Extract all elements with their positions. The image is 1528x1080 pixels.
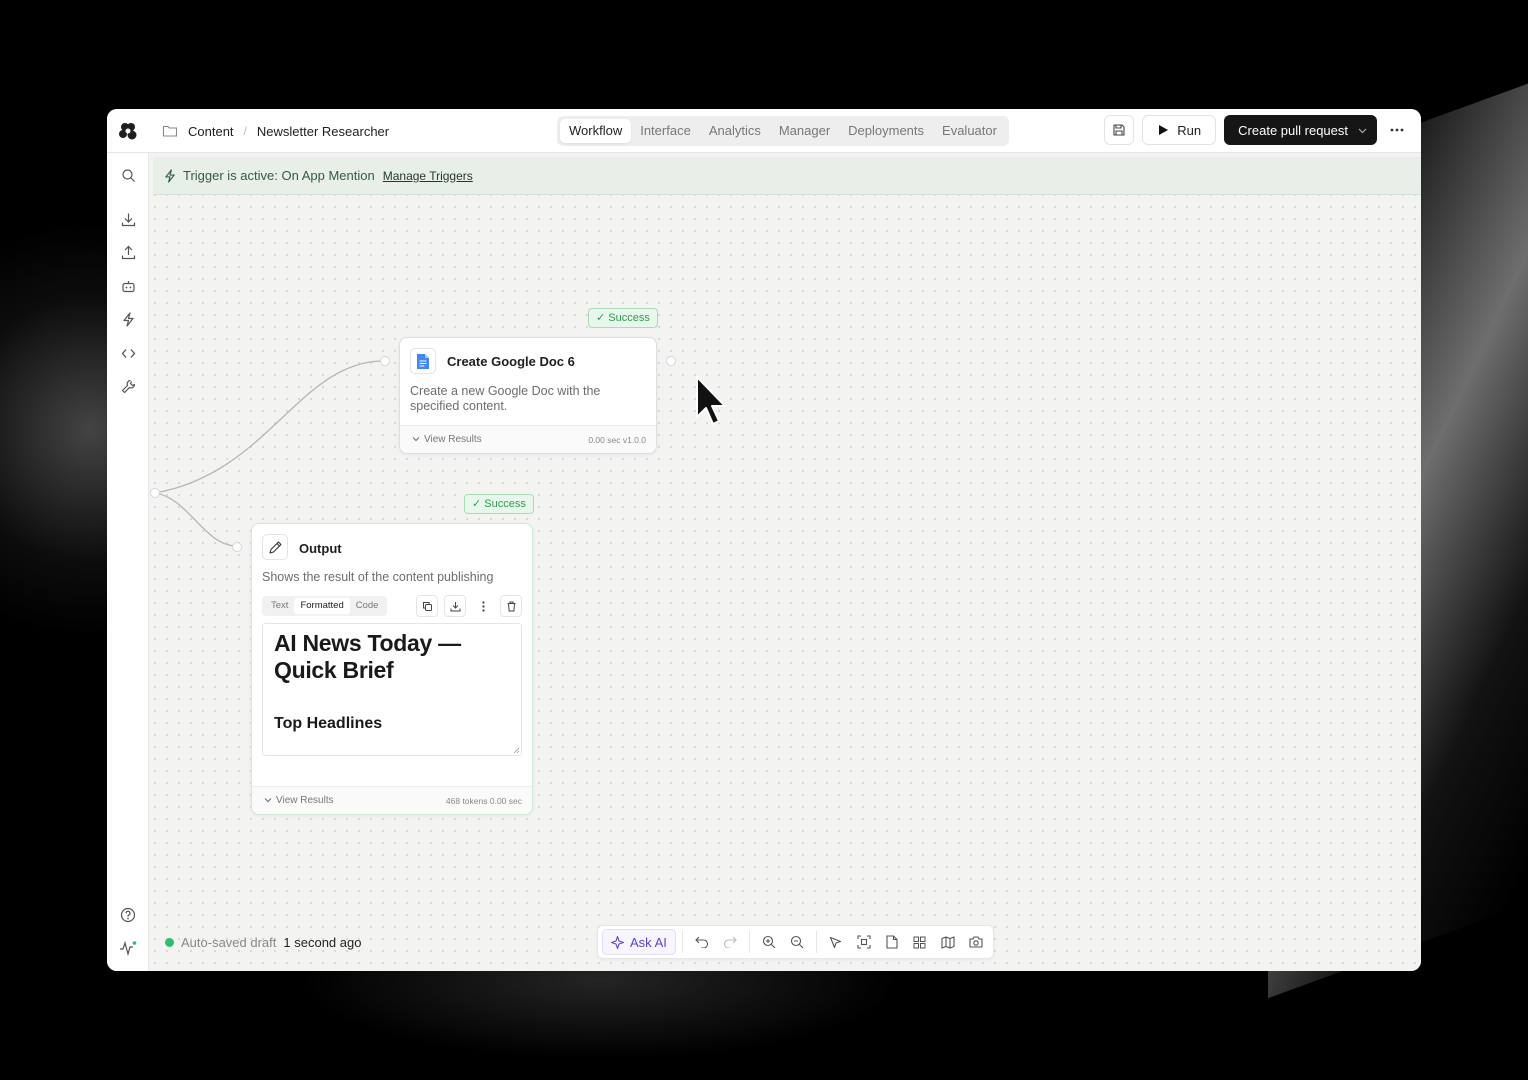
breadcrumb-page[interactable]: Newsletter Researcher bbox=[257, 124, 389, 139]
help-icon[interactable] bbox=[118, 905, 138, 925]
tab-formatted[interactable]: Formatted bbox=[294, 598, 350, 614]
status-badge: ✓ Success bbox=[588, 308, 658, 328]
run-label: Run bbox=[1177, 122, 1202, 138]
upload-icon[interactable] bbox=[118, 242, 138, 262]
tab-deployments[interactable]: Deployments bbox=[839, 119, 933, 143]
status-badge: ✓ Success bbox=[464, 494, 534, 514]
layout-grid-icon[interactable] bbox=[907, 929, 933, 955]
app-window: Content / Newsletter Researcher Workflow… bbox=[107, 109, 1421, 971]
app-logo-icon[interactable] bbox=[117, 120, 139, 142]
node-description: Shows the result of the content publishi… bbox=[262, 570, 494, 584]
run-button[interactable]: Run bbox=[1142, 115, 1217, 145]
map-icon[interactable] bbox=[935, 929, 961, 955]
code-icon[interactable] bbox=[118, 343, 138, 363]
top-actions: Run Create pull request bbox=[1104, 115, 1409, 145]
node-footer: View Results 0.00 sec v1.0.0 bbox=[400, 425, 656, 453]
view-results-label: View Results bbox=[424, 434, 482, 445]
lightning-icon[interactable] bbox=[118, 309, 138, 329]
node-footer: View Results 468 tokens 0.00 sec bbox=[252, 786, 532, 814]
node-description: Create a new Google Doc with the specifi… bbox=[410, 384, 601, 413]
input-port[interactable] bbox=[380, 356, 390, 366]
tab-text[interactable]: Text bbox=[265, 598, 294, 614]
copy-icon[interactable] bbox=[416, 595, 438, 617]
pointer-icon[interactable] bbox=[823, 929, 849, 955]
redo-icon[interactable] bbox=[717, 929, 743, 955]
view-results-label: View Results bbox=[276, 795, 334, 806]
output-port[interactable] bbox=[666, 356, 676, 366]
google-doc-node[interactable]: Create Google Doc 6 Create a new Google … bbox=[399, 337, 657, 454]
resize-handle-icon[interactable] bbox=[513, 747, 520, 754]
ask-ai-button[interactable]: Ask AI bbox=[602, 929, 676, 955]
divider bbox=[681, 931, 683, 953]
main-tabs: Workflow Interface Analytics Manager Dep… bbox=[557, 116, 1009, 146]
undo-icon[interactable] bbox=[689, 929, 715, 955]
pencil-icon bbox=[262, 534, 288, 560]
view-results-toggle[interactable]: View Results bbox=[412, 434, 482, 445]
sparkle-icon bbox=[611, 935, 624, 949]
preview-title: AI News Today — Quick Brief bbox=[274, 630, 461, 683]
node-title: Output bbox=[299, 541, 342, 556]
ask-ai-label: Ask AI bbox=[630, 934, 667, 950]
chevron-down-icon bbox=[264, 798, 272, 803]
canvas-toolbar: Ask AI bbox=[597, 925, 994, 959]
more-options-icon[interactable] bbox=[1385, 115, 1409, 145]
create-pull-request-button[interactable]: Create pull request bbox=[1224, 115, 1377, 145]
node-title: Create Google Doc 6 bbox=[447, 354, 575, 369]
output-actions bbox=[416, 595, 522, 617]
autosave-status: Auto-saved draft 1 second ago bbox=[165, 935, 361, 950]
save-button[interactable] bbox=[1104, 115, 1135, 145]
google-doc-icon bbox=[410, 348, 436, 374]
kebab-menu-icon[interactable] bbox=[472, 595, 494, 617]
input-port[interactable] bbox=[232, 542, 242, 552]
search-icon[interactable] bbox=[118, 165, 138, 185]
breadcrumb-folder[interactable]: Content bbox=[188, 124, 234, 139]
tab-manager[interactable]: Manager bbox=[770, 119, 839, 143]
view-results-toggle[interactable]: View Results bbox=[264, 795, 334, 806]
divider bbox=[748, 931, 750, 953]
bot-icon[interactable] bbox=[118, 276, 138, 296]
output-node[interactable]: Output Shows the result of the content p… bbox=[251, 523, 533, 815]
fit-view-icon[interactable] bbox=[851, 929, 877, 955]
pr-label: Create pull request bbox=[1238, 122, 1348, 138]
source-port[interactable] bbox=[150, 488, 160, 498]
save-icon bbox=[1113, 124, 1125, 136]
breadcrumb-separator: / bbox=[243, 124, 247, 138]
output-view-tabs: Text Formatted Code bbox=[262, 596, 388, 616]
tab-interface[interactable]: Interface bbox=[631, 119, 700, 143]
download-icon[interactable] bbox=[118, 209, 138, 229]
formatted-preview[interactable]: AI News Today — Quick Brief Top Headline… bbox=[262, 623, 522, 756]
zoom-out-icon[interactable] bbox=[784, 929, 810, 955]
activity-icon[interactable] bbox=[118, 938, 138, 958]
autosave-time: 1 second ago bbox=[283, 935, 362, 950]
chevron-down-icon[interactable] bbox=[1358, 126, 1367, 135]
tab-evaluator[interactable]: Evaluator bbox=[933, 119, 1006, 143]
left-rail bbox=[107, 153, 149, 971]
status-dot bbox=[165, 938, 174, 947]
run-meta: 468 tokens 0.00 sec bbox=[445, 796, 522, 806]
camera-icon[interactable] bbox=[963, 929, 989, 955]
play-icon bbox=[1159, 125, 1169, 135]
download-icon[interactable] bbox=[444, 595, 466, 617]
folder-icon[interactable] bbox=[162, 123, 178, 139]
note-icon[interactable] bbox=[879, 929, 905, 955]
autosave-text: Auto-saved draft bbox=[181, 935, 277, 950]
trash-icon[interactable] bbox=[500, 595, 522, 617]
breadcrumb: Content / Newsletter Researcher bbox=[162, 109, 389, 153]
zoom-in-icon[interactable] bbox=[756, 929, 782, 955]
chevron-down-icon bbox=[412, 437, 420, 442]
top-bar: Content / Newsletter Researcher Workflow… bbox=[107, 109, 1421, 153]
divider bbox=[815, 931, 817, 953]
wrench-icon[interactable] bbox=[118, 376, 138, 396]
preview-heading: Top Headlines bbox=[274, 715, 383, 732]
mouse-cursor-icon bbox=[694, 374, 728, 428]
tab-workflow[interactable]: Workflow bbox=[560, 119, 632, 143]
workflow-canvas[interactable]: Trigger is active: On App Mention Manage… bbox=[149, 153, 1421, 971]
tab-code[interactable]: Code bbox=[350, 598, 385, 614]
tab-analytics[interactable]: Analytics bbox=[700, 119, 770, 143]
run-meta: 0.00 sec v1.0.0 bbox=[588, 435, 646, 445]
